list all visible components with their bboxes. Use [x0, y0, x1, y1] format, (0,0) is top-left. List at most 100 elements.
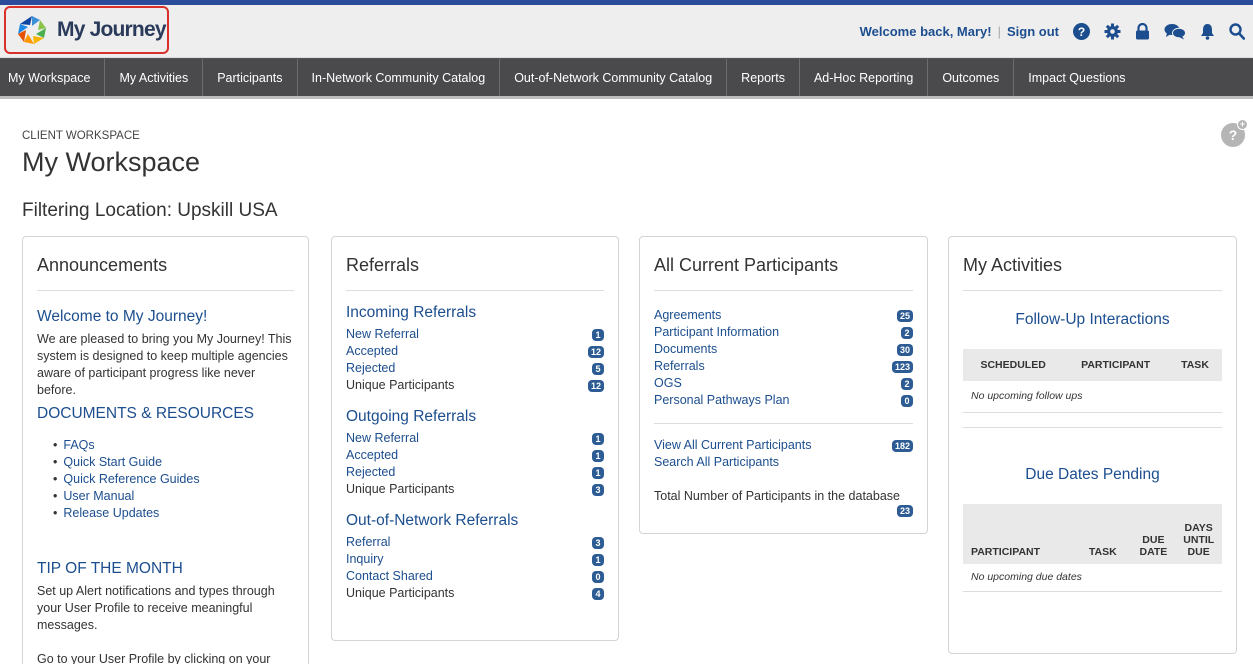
col-task[interactable]: TASK — [1074, 503, 1132, 564]
count-badge: 23 — [896, 505, 913, 517]
referrals-title: Referrals — [346, 255, 604, 291]
docs-heading: DOCUMENTS & RESOURCES — [37, 405, 255, 422]
logo-text: My Journey — [57, 18, 167, 41]
participant-information-link[interactable]: Participant Information — [654, 324, 779, 341]
activities-title: My Activities — [963, 255, 1222, 291]
view-all-participants-link[interactable]: View All Current Participants — [654, 437, 811, 454]
due-dates-title: Due Dates Pending — [1025, 465, 1160, 483]
table-header-row: SCHEDULED PARTICIPANT TASK — [963, 349, 1222, 381]
list-item: Referrals 123 — [654, 358, 913, 375]
incoming-referrals-title: Incoming Referrals — [346, 304, 477, 321]
incoming-accepted-link[interactable]: Accepted — [346, 343, 398, 360]
col-participant[interactable]: PARTICIPANT — [1063, 349, 1168, 381]
list-item: Rejected 5 — [346, 360, 604, 377]
count-badge: 1 — [592, 328, 604, 341]
welcome-user-link[interactable]: Welcome back, Mary! — [860, 24, 992, 39]
col-due-date[interactable]: DUE DATE — [1131, 503, 1176, 564]
documents-link[interactable]: Documents — [654, 341, 717, 358]
doc-link-user-manual[interactable]: User Manual — [53, 488, 294, 505]
list-item: Inquiry 1 — [346, 551, 604, 568]
incoming-new-referral-link[interactable]: New Referral — [346, 326, 419, 343]
list-item: Unique Participants 12 — [346, 377, 604, 394]
col-participant[interactable]: PARTICIPANT — [963, 503, 1075, 564]
participants-panel: All Current Participants Agreements 25 Pa… — [639, 236, 928, 534]
count-badge: 1 — [592, 449, 604, 462]
lock-icon[interactable] — [1135, 23, 1150, 40]
nav-reports[interactable]: Reports — [727, 59, 800, 96]
count-badge: 30 — [896, 343, 913, 356]
count-badge: 3 — [592, 483, 604, 496]
sign-out-link[interactable]: Sign out — [1007, 24, 1059, 39]
oon-contact-shared-link[interactable]: Contact Shared — [346, 568, 433, 585]
participant-actions: View All Current Participants 182 Search … — [654, 423, 913, 517]
nav-my-activities[interactable]: My Activities — [105, 59, 204, 96]
help-icon[interactable]: ? — [1073, 23, 1090, 40]
activities-panel: My Activities Follow-Up Interactions SCH… — [948, 236, 1237, 654]
tip-heading: TIP OF THE MONTH — [37, 560, 183, 577]
logo[interactable]: My Journey — [4, 6, 169, 54]
search-all-participants-link[interactable]: Search All Participants — [654, 454, 779, 471]
list-item: Accepted 12 — [346, 343, 604, 360]
total-participants-row: Total Number of Participants in the data… — [654, 488, 913, 505]
outgoing-accepted-link[interactable]: Accepted — [346, 447, 398, 464]
gear-icon[interactable] — [1104, 23, 1121, 40]
list-item: OGS 2 — [654, 375, 913, 392]
header-divider: | — [997, 24, 1001, 39]
oon-referrals-title: Out-of-Network Referrals — [346, 512, 519, 529]
list-item: Contact Shared 0 — [346, 568, 604, 585]
welcome-heading: Welcome to My Journey! — [37, 308, 208, 325]
col-scheduled[interactable]: SCHEDULED — [963, 349, 1064, 381]
table-row: No upcoming due dates — [963, 563, 1222, 592]
search-icon[interactable] — [1229, 23, 1245, 40]
nav-in-network-catalog[interactable]: In-Network Community Catalog — [298, 59, 501, 96]
outgoing-new-referral-link[interactable]: New Referral — [346, 430, 419, 447]
nav-my-workspace[interactable]: My Workspace — [0, 59, 106, 96]
count-badge: 2 — [901, 377, 913, 390]
oon-referral-link[interactable]: Referral — [346, 534, 390, 551]
page-header: CLIENT WORKSPACE My Workspace Filtering … — [22, 130, 1253, 222]
chat-icon[interactable] — [1164, 23, 1186, 40]
nav-impact-questions[interactable]: Impact Questions — [1014, 59, 1139, 96]
outgoing-unique-participants: Unique Participants — [346, 482, 455, 496]
list-item: Unique Participants 3 — [346, 481, 604, 498]
count-badge: 12 — [587, 379, 604, 392]
col-task[interactable]: TASK — [1168, 349, 1222, 381]
nav-ad-hoc-reporting[interactable]: Ad-Hoc Reporting — [800, 59, 929, 96]
incoming-rejected-link[interactable]: Rejected — [346, 360, 395, 377]
doc-link-release-updates[interactable]: Release Updates — [53, 505, 294, 522]
personal-pathways-link[interactable]: Personal Pathways Plan — [654, 392, 790, 409]
count-badge: 1 — [592, 553, 604, 566]
referrals-panel: Referrals Incoming Referrals New Referra… — [331, 236, 619, 641]
bell-icon[interactable] — [1200, 23, 1215, 40]
filter-location-title: Filtering Location: Upskill USA — [22, 200, 278, 221]
count-badge: 25 — [896, 309, 913, 322]
doc-link-quick-reference[interactable]: Quick Reference Guides — [53, 471, 294, 488]
list-item: Accepted 1 — [346, 447, 604, 464]
doc-link-quick-start[interactable]: Quick Start Guide — [53, 454, 294, 471]
count-badge: 2 — [901, 326, 913, 339]
tip-body-2: Go to your User Profile by clicking on y… — [37, 652, 271, 664]
ogs-link[interactable]: OGS — [654, 375, 682, 392]
list-item: Referral 3 — [346, 534, 604, 551]
doc-link-faqs[interactable]: FAQs — [53, 437, 294, 454]
col-days-until-due[interactable]: DAYS UNTIL DUE — [1175, 503, 1222, 564]
tip-body-1: Set up Alert notifications and types thr… — [37, 584, 275, 632]
oon-inquiry-link[interactable]: Inquiry — [346, 551, 384, 568]
total-participants-count-row: 23 — [654, 505, 913, 517]
nav-outcomes[interactable]: Outcomes — [928, 59, 1015, 96]
outgoing-rejected-link[interactable]: Rejected — [346, 464, 395, 481]
count-badge: 0 — [592, 570, 604, 583]
referrals-link[interactable]: Referrals — [654, 358, 705, 375]
count-badge: 1 — [592, 432, 604, 445]
list-item: Rejected 1 — [346, 464, 604, 481]
count-badge: 1 — [592, 466, 604, 479]
nav-out-of-network-catalog[interactable]: Out-of-Network Community Catalog — [500, 59, 728, 96]
count-badge: 0 — [901, 394, 913, 407]
followup-table: SCHEDULED PARTICIPANT TASK No upcoming f… — [963, 349, 1222, 413]
count-badge: 123 — [891, 360, 913, 373]
nav-participants[interactable]: Participants — [203, 59, 298, 96]
list-item: Unique Participants 4 — [346, 585, 604, 602]
agreements-link[interactable]: Agreements — [654, 307, 721, 324]
due-dates-empty-message: No upcoming due dates — [963, 563, 1222, 592]
list-item: Participant Information 2 — [654, 324, 913, 341]
